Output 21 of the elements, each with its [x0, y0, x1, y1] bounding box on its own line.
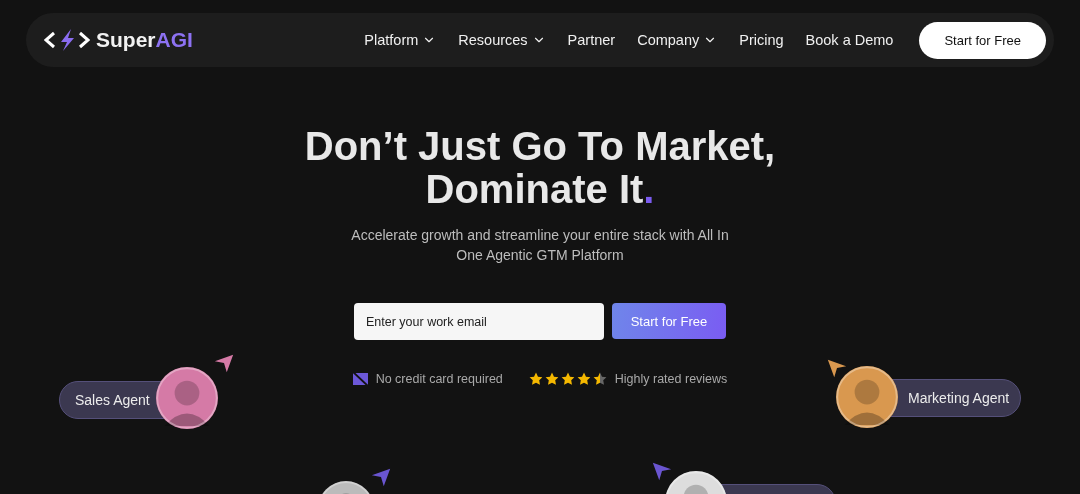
logo-icon: [44, 28, 90, 52]
star-icon: [544, 372, 559, 386]
star-icon: [560, 372, 575, 386]
star-icon: [528, 372, 543, 386]
card-off-icon: [352, 372, 368, 386]
star-icon: [576, 372, 591, 386]
reviews-note: Highly rated reviews: [614, 372, 728, 386]
email-field[interactable]: Enter your work email: [354, 303, 604, 340]
nav-link[interactable]: Company: [637, 32, 718, 48]
subtitle: Accelerate growth and streamline your entire stack with All In One Agentic GTM Platform: [350, 226, 730, 265]
submit-button[interactable]: Start for Free: [612, 303, 726, 339]
star-icon: [592, 372, 607, 386]
headline: Don’t Just Go To Market, Dominate It.: [304, 125, 776, 211]
no-card-note: No credit card required: [375, 372, 503, 386]
start-button[interactable]: Start for Free: [919, 21, 1046, 59]
nav-link[interactable]: Book a Demo: [805, 32, 894, 48]
nav-link[interactable]: Partner: [567, 32, 616, 48]
nav-link[interactable]: Pricing: [739, 32, 784, 48]
logo-text[interactable]: SuperAGI: [96, 28, 193, 52]
nav-link[interactable]: Platform: [364, 32, 437, 48]
nav-link[interactable]: Resources: [458, 32, 546, 48]
